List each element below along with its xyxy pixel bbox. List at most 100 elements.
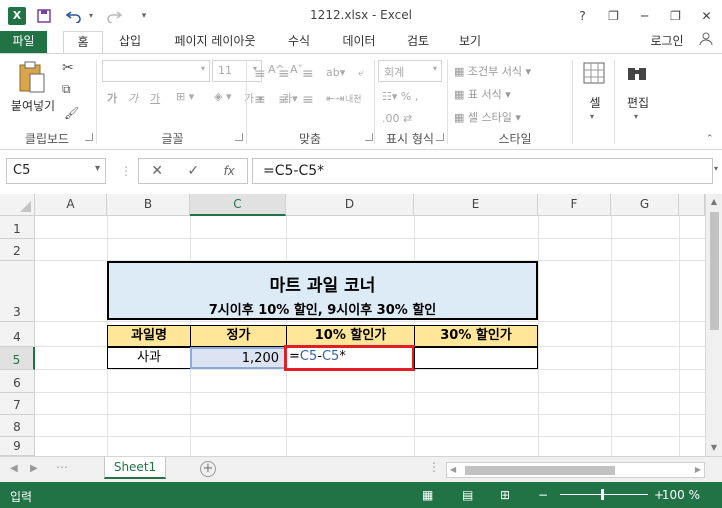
page-break-view-icon[interactable]: ⊞	[500, 488, 510, 502]
user-icon[interactable]	[696, 31, 716, 54]
column-header-g[interactable]: G	[611, 194, 679, 216]
sheet-next-icon[interactable]: ▶	[30, 463, 38, 474]
row-header-3[interactable]: 3	[0, 261, 35, 322]
column-header-f[interactable]: F	[538, 194, 611, 216]
title-banner[interactable]: 마트 과일 코너 7시이후 10% 할인, 9시이후 30% 할인	[107, 261, 538, 320]
row-header-1[interactable]: 1	[0, 216, 35, 239]
border-icon[interactable]: ⊞ ▾	[176, 90, 194, 103]
worksheet-grid[interactable]: A B C D E F G 1 2 3 4 5 6 7 8 9 마트 과일 코너…	[0, 194, 722, 456]
tab-file[interactable]: 파일	[0, 31, 47, 54]
copy-icon[interactable]: ⧉	[62, 82, 71, 97]
fill-color-icon[interactable]: ◈ ▾	[214, 90, 231, 103]
tab-review[interactable]: 검토	[398, 31, 438, 54]
add-sheet-icon[interactable]: +	[200, 461, 216, 477]
cell-d5-editing[interactable]: =C5-C5*	[284, 345, 415, 371]
editing-button[interactable]: 편집	[622, 94, 654, 111]
cells-dropdown-icon[interactable]: ▾	[590, 112, 594, 121]
row-header-9[interactable]: 9	[0, 437, 35, 456]
collapse-ribbon-icon[interactable]: ⌃	[706, 134, 714, 144]
expand-formula-icon[interactable]: ▾	[714, 164, 718, 173]
align-center-icon[interactable]: ≡	[278, 92, 290, 108]
minimize-button[interactable]: ─	[629, 0, 660, 31]
cell-e5[interactable]	[414, 347, 538, 369]
formula-input[interactable]: =C5-C5*	[252, 158, 713, 184]
zoom-out-icon[interactable]: −	[538, 488, 548, 502]
cell-c5[interactable]: 1,200	[190, 347, 287, 369]
column-header-h[interactable]	[679, 194, 705, 216]
cut-icon[interactable]: ✂	[62, 60, 74, 76]
indent-icon[interactable]: ⇤⇥	[326, 92, 344, 105]
binoculars-icon[interactable]	[626, 62, 648, 87]
header-cell-discount-10[interactable]: 10% 할인가	[286, 325, 415, 347]
cells-button[interactable]: 셀	[580, 94, 610, 111]
tab-insert[interactable]: 삽입	[110, 31, 150, 54]
vertical-scrollbar[interactable]: ▲ ▼	[705, 194, 722, 456]
row-header-8[interactable]: 8	[0, 415, 35, 437]
underline-button[interactable]: 가	[150, 90, 160, 106]
help-button[interactable]: ?	[567, 0, 598, 31]
column-header-d[interactable]: D	[286, 194, 414, 216]
clipboard-launcher-icon[interactable]	[85, 133, 93, 141]
cell-style-button[interactable]: ▦ 셀 스타일 ▾	[454, 109, 521, 125]
vertical-scroll-thumb[interactable]	[710, 212, 719, 330]
tab-split-icon[interactable]: ⋮	[428, 460, 440, 474]
row-header-7[interactable]: 7	[0, 393, 35, 415]
tab-data[interactable]: 데이터	[333, 31, 385, 54]
row-header-5[interactable]: 5	[0, 347, 35, 370]
horizontal-scroll-thumb[interactable]	[465, 466, 615, 475]
header-cell-price[interactable]: 정가	[190, 325, 287, 347]
italic-button[interactable]: 가	[128, 90, 138, 106]
table-format-button[interactable]: ▦ 표 서식 ▾	[454, 86, 511, 102]
sheet-prev-icon[interactable]: ◀	[10, 463, 18, 474]
row-header-6[interactable]: 6	[0, 370, 35, 393]
insert-function-icon[interactable]: fx	[223, 164, 234, 178]
login-link[interactable]: 로그인	[642, 31, 692, 54]
maximize-button[interactable]: ❐	[660, 0, 691, 31]
number-format-dropdown[interactable]: 회계 ▾	[378, 60, 442, 82]
header-cell-discount-30[interactable]: 30% 할인가	[414, 325, 538, 347]
select-all-button[interactable]	[0, 194, 35, 216]
column-header-b[interactable]: B	[107, 194, 190, 216]
zoom-slider-thumb[interactable]	[601, 489, 604, 500]
paste-button[interactable]: 붙여넣기	[8, 97, 58, 114]
paste-icon[interactable]	[18, 60, 46, 97]
number-launcher-icon[interactable]	[436, 133, 444, 141]
format-painter-icon[interactable]: 🖌	[64, 106, 79, 120]
align-bottom-icon[interactable]: ≡	[302, 66, 314, 82]
sheet-tab-sheet1[interactable]: Sheet1	[104, 457, 166, 479]
align-right-icon[interactable]: ≡	[302, 92, 314, 108]
font-name-dropdown[interactable]: ▾	[102, 60, 210, 82]
normal-view-icon[interactable]: ▦	[422, 488, 433, 502]
scroll-up-icon[interactable]: ▲	[706, 194, 722, 210]
cell-b5[interactable]: 사과	[107, 347, 191, 369]
accounting-icon[interactable]: ☷▾ % ,	[382, 90, 418, 103]
column-header-e[interactable]: E	[414, 194, 538, 216]
close-button[interactable]: ✕	[691, 0, 722, 31]
sheet-more-icon[interactable]: ⋯	[56, 460, 68, 474]
font-launcher-icon[interactable]	[235, 133, 243, 141]
bold-button[interactable]: 가	[107, 90, 117, 106]
row-header-2[interactable]: 2	[0, 239, 35, 261]
align-top-icon[interactable]: ≡	[254, 66, 266, 82]
tab-page-layout[interactable]: 페이지 레이아웃	[162, 31, 268, 54]
tab-home[interactable]: 홈	[63, 31, 103, 54]
scroll-down-icon[interactable]: ▼	[706, 440, 722, 456]
name-box[interactable]: C5 ▾	[6, 158, 106, 184]
name-box-dropdown-icon[interactable]: ▾	[95, 163, 100, 174]
cells-icon[interactable]	[583, 62, 605, 87]
scroll-left-icon[interactable]: ◀	[450, 465, 456, 474]
tab-formulas[interactable]: 수식	[279, 31, 319, 54]
orientation-icon[interactable]: ab▾	[326, 66, 345, 79]
decimal-icon[interactable]: .00 ⇄	[382, 112, 412, 125]
tab-view[interactable]: 보기	[450, 31, 490, 54]
merge-center-button[interactable]: 내천	[345, 92, 362, 105]
align-launcher-icon[interactable]	[365, 133, 373, 141]
horizontal-scrollbar[interactable]: ◀ ▶	[446, 462, 705, 478]
align-left-icon[interactable]: ≡	[254, 92, 266, 108]
editing-dropdown-icon[interactable]: ▾	[634, 112, 638, 121]
cond-format-button[interactable]: ▦ 조건부 서식 ▾	[454, 63, 531, 79]
column-header-a[interactable]: A	[35, 194, 107, 216]
align-middle-icon[interactable]: ≡	[278, 66, 290, 82]
cancel-icon[interactable]: ✕	[151, 163, 163, 179]
header-cell-fruit[interactable]: 과일명	[107, 325, 191, 347]
